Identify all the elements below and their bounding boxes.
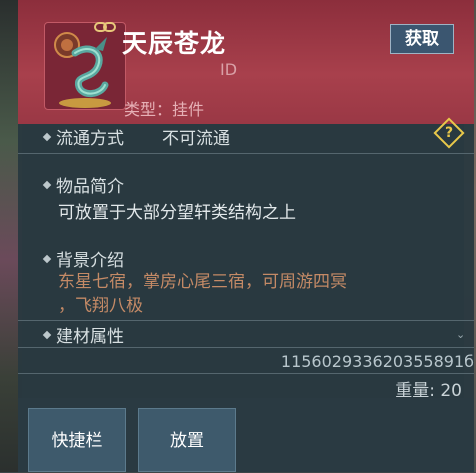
divider xyxy=(18,347,474,348)
item-header: 天辰苍龙 ID 类型：挂件 获取 xyxy=(18,0,474,124)
help-icon-glyph[interactable]: ? xyxy=(438,122,460,144)
item-type: 类型：挂件 xyxy=(124,100,205,119)
get-button[interactable]: 获取 xyxy=(390,24,454,54)
item-id-label: ID xyxy=(220,60,238,79)
item-tooltip-panel: 天辰苍龙 ID 类型：挂件 获取 流通方式 不可流通 ? 物品简介 可放置于大部… xyxy=(18,0,474,472)
background-text-line1: 东星七宿，掌房心尾三宿，可周游四冥 xyxy=(58,272,347,292)
place-button[interactable]: 放置 xyxy=(138,408,236,472)
shortcut-button[interactable]: 快捷栏 xyxy=(28,408,126,472)
bullet-icon xyxy=(42,132,52,142)
item-id-number: 115602933620355891б xyxy=(280,352,474,371)
circulation-value: 不可流通 xyxy=(162,129,230,149)
dragon-item-icon xyxy=(44,22,126,110)
intro-label: 物品简介 xyxy=(42,172,124,197)
bullet-icon xyxy=(42,254,52,264)
divider xyxy=(18,320,474,321)
background-label: 背景介绍 xyxy=(42,246,124,271)
bullet-icon xyxy=(42,330,52,340)
intro-text: 可放置于大部分望轩类结构之上 xyxy=(58,203,296,223)
bullet-icon xyxy=(42,180,52,190)
expand-chevron-icon[interactable]: ⌄ xyxy=(456,328,465,341)
item-name: 天辰苍龙 xyxy=(122,29,227,58)
link-icon[interactable] xyxy=(94,20,116,34)
material-label[interactable]: 建材属性 xyxy=(42,322,124,347)
divider xyxy=(18,153,474,154)
divider xyxy=(18,373,474,374)
circulation-label: 流通方式 xyxy=(42,124,124,149)
background-text-line2: ，飞翔八极 xyxy=(58,296,143,316)
